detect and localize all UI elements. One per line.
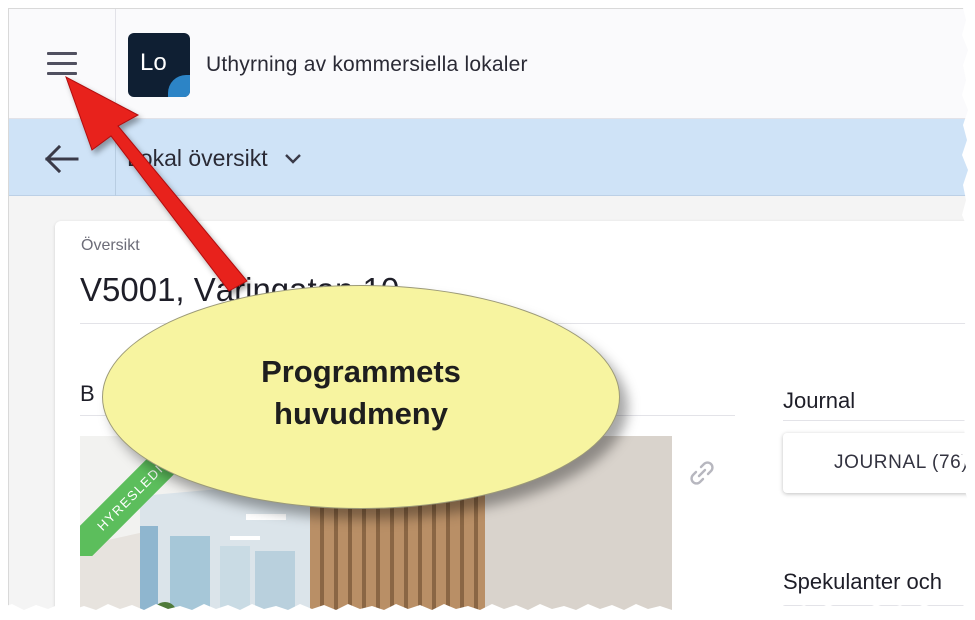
- logo-text: Lo: [140, 49, 167, 76]
- journal-heading: Journal: [783, 388, 856, 413]
- main-menu-button[interactable]: [27, 35, 97, 93]
- overview-label: Översikt: [81, 237, 140, 254]
- journal-button[interactable]: JOURNAL (76): [783, 433, 975, 493]
- spekulanter-heading: Spekulanter och: [783, 569, 942, 594]
- view-selector[interactable]: Lokal översikt: [127, 143, 304, 173]
- section-heading: B: [80, 381, 95, 406]
- link-icon[interactable]: [687, 458, 717, 488]
- torn-edge-bottom: [0, 604, 975, 620]
- app-window: Lo Uthyrning av kommersiella lokaler Lok…: [8, 8, 975, 612]
- annotation-callout: Programmets huvudmeny: [102, 285, 620, 509]
- app-header: Lo Uthyrning av kommersiella lokaler: [9, 9, 975, 119]
- chevron-down-icon: [284, 154, 301, 164]
- nav-divider: [115, 119, 116, 196]
- app-title: Uthyrning av kommersiella lokaler: [206, 53, 528, 76]
- app-logo: Lo: [128, 33, 190, 97]
- back-button[interactable]: [37, 139, 87, 179]
- hamburger-menu-icon[interactable]: [27, 35, 97, 93]
- navigation-bar: Lokal översikt: [9, 119, 975, 196]
- view-selector-label: Lokal översikt: [127, 144, 268, 171]
- torn-edge-right: [962, 0, 975, 620]
- callout-text: Programmets huvudmeny: [261, 354, 461, 431]
- journal-divider: [783, 420, 975, 421]
- header-divider: [115, 9, 116, 119]
- logo-leaf-shape: [168, 75, 190, 97]
- arrow-left-icon[interactable]: [37, 139, 87, 179]
